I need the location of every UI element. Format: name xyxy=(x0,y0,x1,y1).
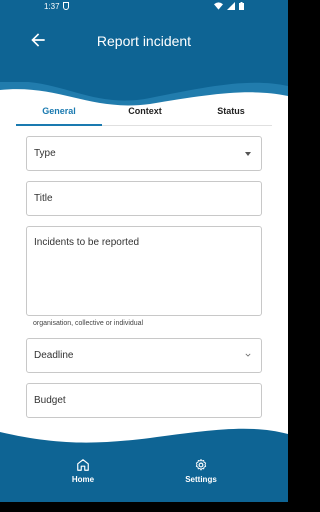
budget-placeholder: Budget xyxy=(34,395,66,406)
signal-icon xyxy=(227,2,235,10)
deadline-placeholder: Deadline xyxy=(34,350,74,361)
tab-context[interactable]: Context xyxy=(102,98,188,124)
incidents-helper-text: organisation, collective or individual xyxy=(33,320,144,327)
incidents-placeholder: Incidents to be reported xyxy=(34,237,140,248)
nav-home[interactable]: Home xyxy=(43,458,123,484)
shield-icon xyxy=(63,2,69,10)
wifi-icon xyxy=(214,2,223,10)
report-incident-screen: 1:37 Report incident General Context Sta… xyxy=(0,0,288,512)
title-placeholder: Title xyxy=(34,193,53,204)
type-placeholder: Type xyxy=(34,148,56,159)
budget-input[interactable]: Budget xyxy=(26,383,262,418)
tab-status[interactable]: Status xyxy=(188,98,274,124)
nav-settings-label: Settings xyxy=(185,475,217,484)
status-time: 1:37 xyxy=(44,2,60,11)
home-icon xyxy=(77,459,89,471)
chevron-down-icon xyxy=(245,353,251,357)
status-icons xyxy=(214,2,244,10)
battery-icon xyxy=(239,2,244,10)
bottom-navigation: Home Settings xyxy=(0,452,288,502)
dropdown-arrow-icon xyxy=(245,152,251,156)
type-dropdown[interactable]: Type xyxy=(26,136,262,171)
tab-active-indicator xyxy=(16,124,102,126)
system-nav-bar xyxy=(0,502,288,512)
title-input[interactable]: Title xyxy=(26,181,262,216)
incidents-textarea[interactable]: Incidents to be reported xyxy=(26,226,262,316)
page-title: Report incident xyxy=(96,33,192,49)
nav-settings[interactable]: Settings xyxy=(161,458,241,484)
nav-home-label: Home xyxy=(71,475,95,484)
status-bar: 1:37 xyxy=(0,0,288,14)
tab-bar: General Context Status xyxy=(16,98,272,126)
tab-general[interactable]: General xyxy=(16,98,102,124)
deadline-dropdown[interactable]: Deadline xyxy=(26,338,262,373)
gear-icon xyxy=(195,458,207,471)
app-bar: Report incident xyxy=(0,14,288,70)
